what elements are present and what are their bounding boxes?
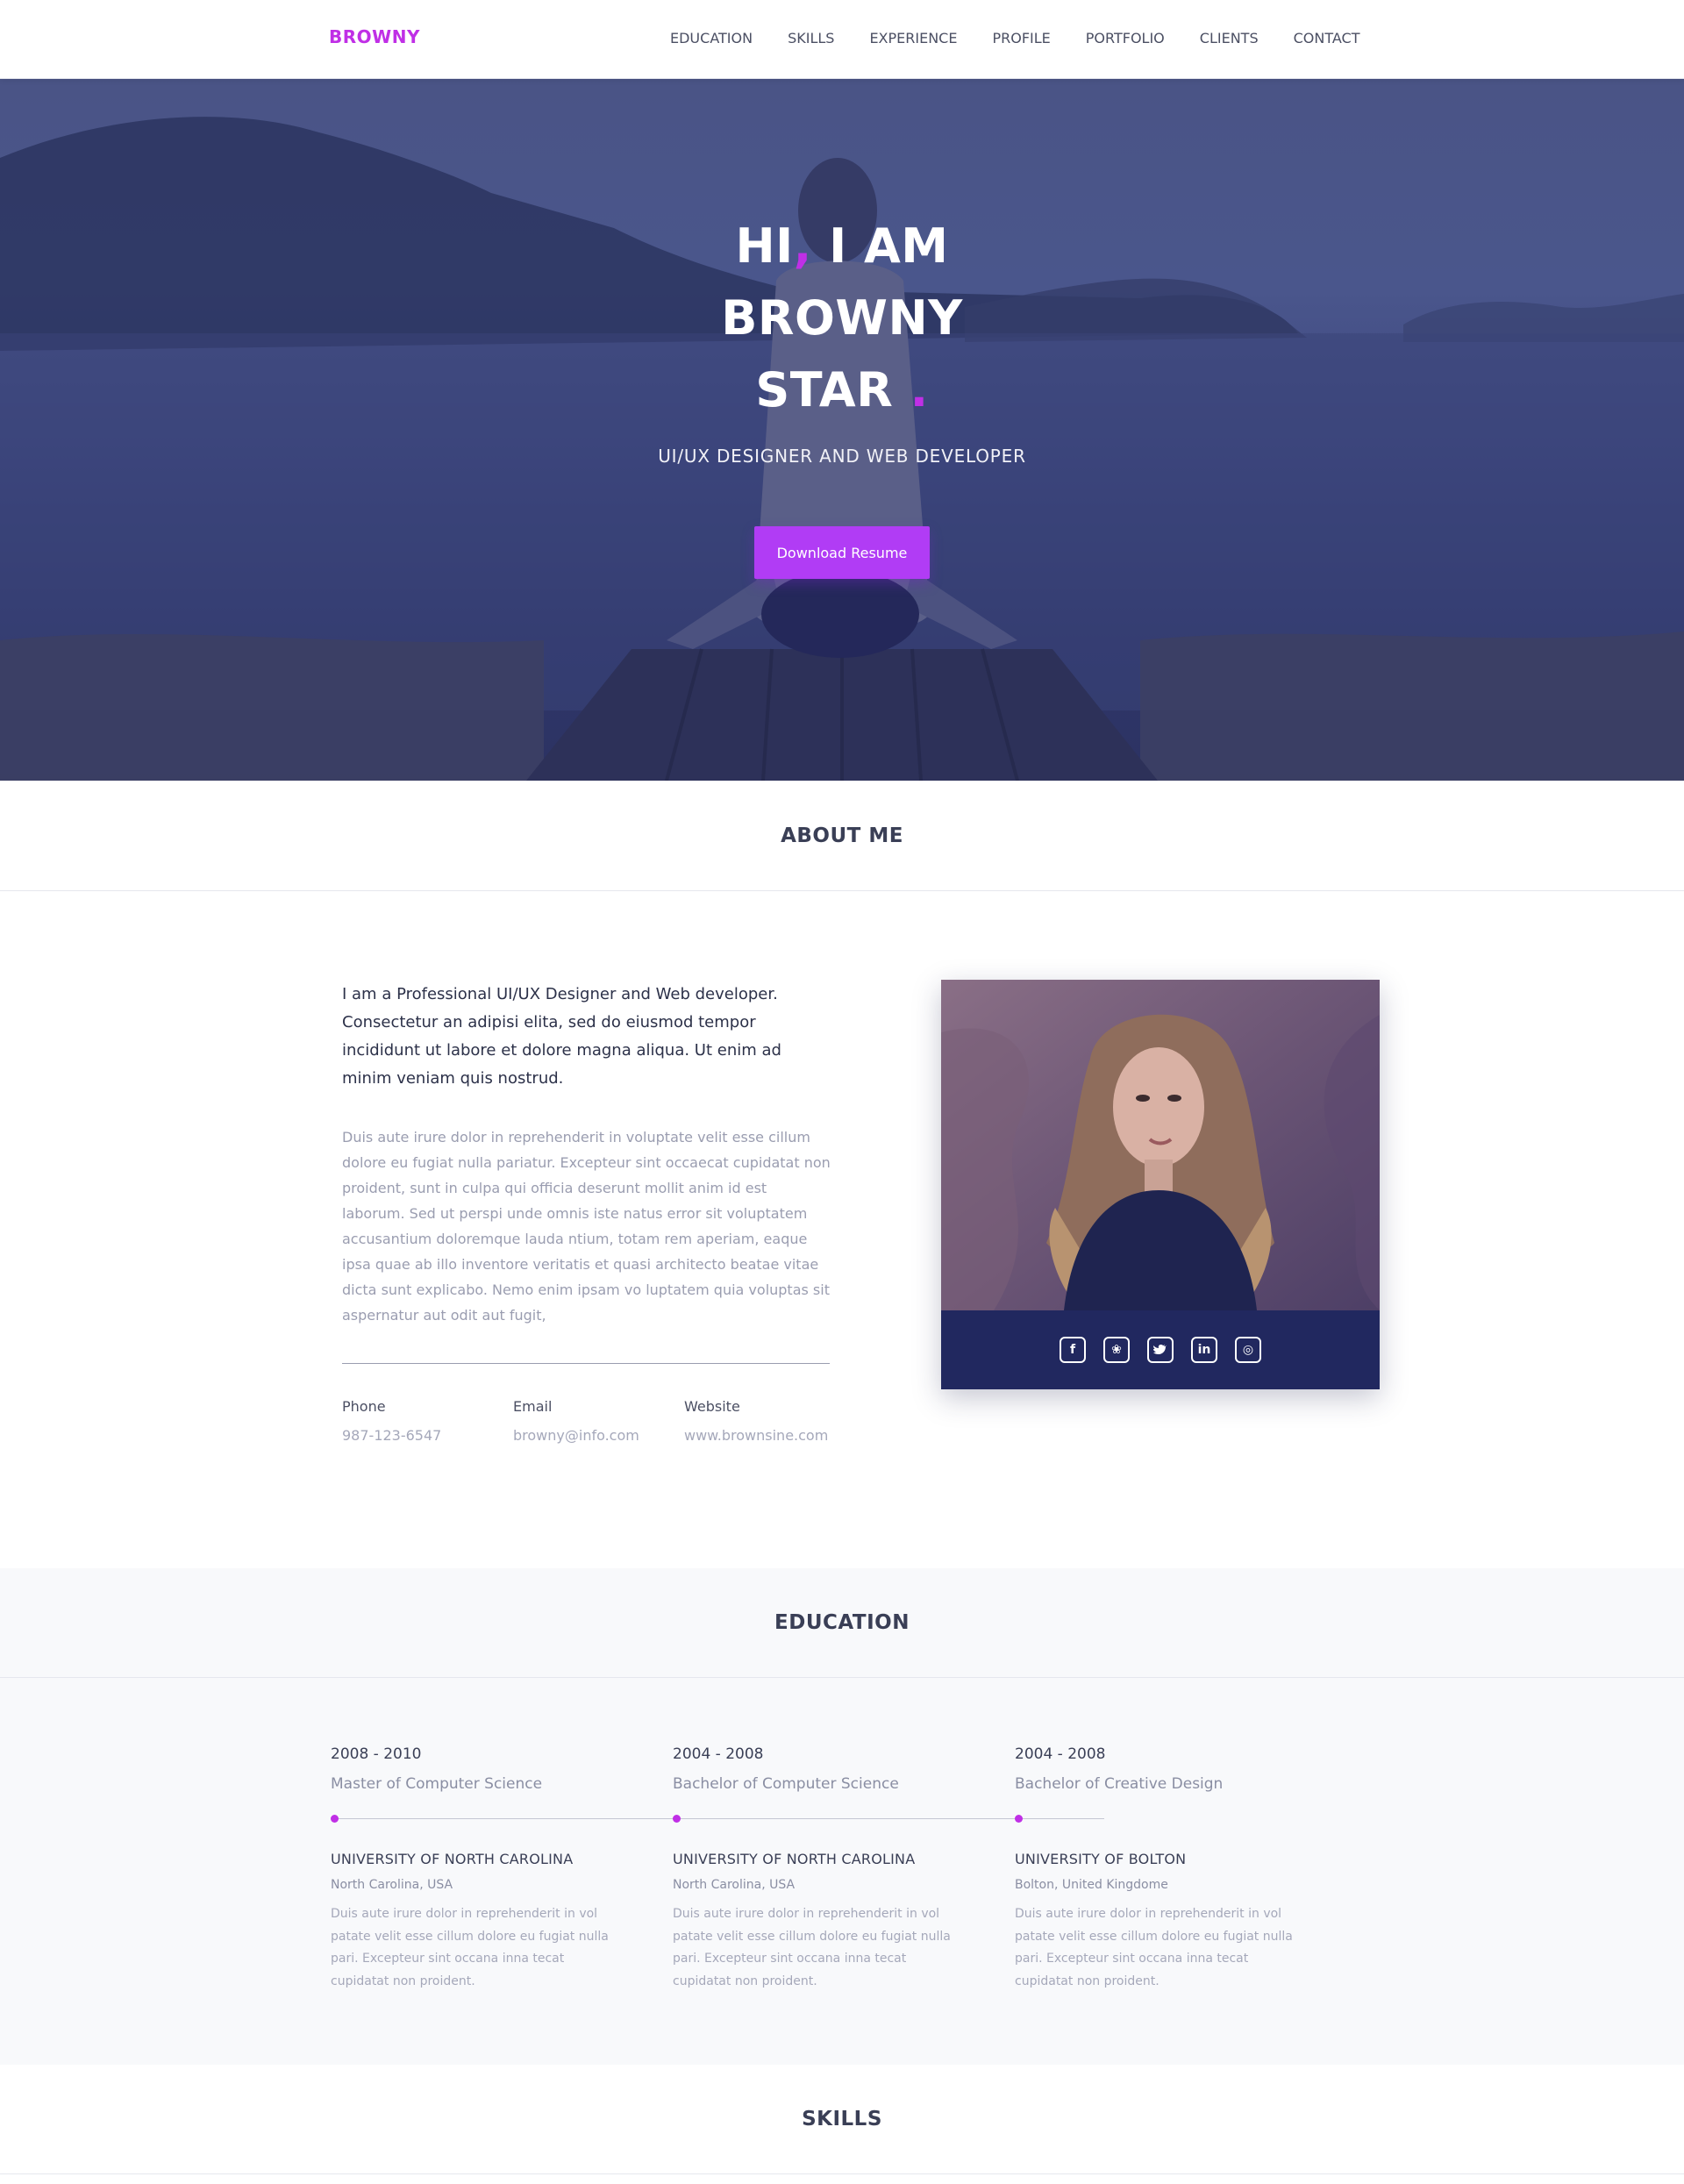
- social-links: f ❀ in ◎: [941, 1310, 1380, 1389]
- contact-website-value[interactable]: www.brownsine.com: [684, 1427, 851, 1444]
- nav-links: EDUCATION SKILLS EXPERIENCE PROFILE PORT…: [670, 30, 1359, 46]
- education-title-divider: [0, 1677, 1684, 1678]
- hero-section: HI, I AM BROWNY STAR . UI/UX DESIGNER AN…: [0, 79, 1684, 781]
- nav-link-contact[interactable]: CONTACT: [1294, 30, 1360, 46]
- nav-link-skills[interactable]: SKILLS: [788, 30, 834, 46]
- education-title: EDUCATION: [774, 1611, 910, 1634]
- education-item-3: 2004 - 2008 Bachelor of Creative Design: [1015, 1745, 1313, 1793]
- education-degree: Bachelor of Creative Design: [1015, 1775, 1224, 1793]
- hero-comma-accent: ,: [793, 218, 812, 274]
- timeline-dot: [673, 1815, 681, 1823]
- about-divider: [342, 1363, 830, 1364]
- hero-subtitle: UI/UX DESIGNER AND WEB DEVELOPER: [658, 446, 1026, 467]
- education-university: UNIVERSITY OF NORTH CAROLINA: [673, 1851, 916, 1867]
- contact-website-label: Website: [684, 1398, 740, 1415]
- education-years: 2008 - 2010: [331, 1745, 422, 1763]
- hero-name-last: STAR: [755, 362, 894, 418]
- education-years: 2004 - 2008: [673, 1745, 764, 1763]
- timeline-dot: [1015, 1815, 1023, 1823]
- education-description: Duis aute irure dolor in reprehenderit i…: [673, 1907, 951, 1988]
- education-location: North Carolina, USA: [673, 1878, 796, 1892]
- instagram-icon[interactable]: ◎: [1235, 1337, 1261, 1363]
- hero-name-first: BROWNY: [721, 290, 963, 346]
- dribbble-icon[interactable]: ❀: [1103, 1337, 1130, 1363]
- profile-photo-image: [941, 980, 1380, 1310]
- education-location: Bolton, United Kingdome: [1015, 1878, 1168, 1892]
- hero-background-image: [0, 117, 1684, 781]
- about-title-divider: [0, 890, 1684, 891]
- education-timeline-line: [334, 1818, 1104, 1819]
- download-resume-button[interactable]: Download Resume: [754, 526, 930, 579]
- nav-link-clients[interactable]: CLIENTS: [1200, 30, 1259, 46]
- education-degree: Master of Computer Science: [331, 1775, 543, 1793]
- linkedin-icon[interactable]: in: [1191, 1337, 1217, 1363]
- education-degree: Bachelor of Computer Science: [673, 1775, 899, 1793]
- about-title: ABOUT ME: [781, 824, 903, 847]
- profile-card: f ❀ in ◎: [941, 980, 1380, 1389]
- skills-title-divider: [0, 2173, 1684, 2174]
- brand-logo[interactable]: BROWNY: [329, 26, 420, 47]
- contact-email-value[interactable]: browny@info.com: [513, 1427, 680, 1444]
- contact-phone: Phone 987-123-6547: [342, 1398, 509, 1444]
- about-body-text: Duis aute irure dolor in reprehenderit i…: [342, 1129, 831, 1324]
- profile-photo: [941, 980, 1380, 1310]
- contact-email: Email browny@info.com: [513, 1398, 680, 1444]
- contact-phone-label: Phone: [342, 1398, 386, 1415]
- education-location: North Carolina, USA: [331, 1878, 453, 1892]
- education-item-1: 2008 - 2010 Master of Computer Science: [331, 1745, 629, 1793]
- contact-email-label: Email: [513, 1398, 553, 1415]
- education-years: 2004 - 2008: [1015, 1745, 1106, 1763]
- about-lead-text: I am a Professional UI/UX Designer and W…: [342, 985, 781, 1088]
- hero-greeting: HI: [735, 218, 794, 274]
- education-university: UNIVERSITY OF BOLTON: [1015, 1851, 1187, 1867]
- skills-title: SKILLS: [802, 2108, 882, 2130]
- education-description: Duis aute irure dolor in reprehenderit i…: [1015, 1907, 1293, 1988]
- education-item-2: 2004 - 2008 Bachelor of Computer Science: [673, 1745, 971, 1793]
- nav-link-profile[interactable]: PROFILE: [992, 30, 1050, 46]
- hero-heading: HI, I AM BROWNY STAR .: [579, 211, 1105, 426]
- timeline-dot: [331, 1815, 339, 1823]
- education-university: UNIVERSITY OF NORTH CAROLINA: [331, 1851, 574, 1867]
- facebook-icon[interactable]: f: [1060, 1337, 1086, 1363]
- nav-link-portfolio[interactable]: PORTFOLIO: [1086, 30, 1165, 46]
- education-description: Duis aute irure dolor in reprehenderit i…: [331, 1907, 609, 1988]
- hero-i-am: I AM: [829, 218, 949, 274]
- nav-link-education[interactable]: EDUCATION: [670, 30, 753, 46]
- twitter-icon[interactable]: [1147, 1337, 1174, 1363]
- contact-website: Website www.brownsine.com: [684, 1398, 851, 1444]
- contact-phone-value[interactable]: 987-123-6547: [342, 1427, 509, 1444]
- top-navbar: BROWNY EDUCATION SKILLS EXPERIENCE PROFI…: [0, 0, 1684, 79]
- nav-link-experience[interactable]: EXPERIENCE: [869, 30, 957, 46]
- hero-dot-accent: .: [910, 362, 929, 418]
